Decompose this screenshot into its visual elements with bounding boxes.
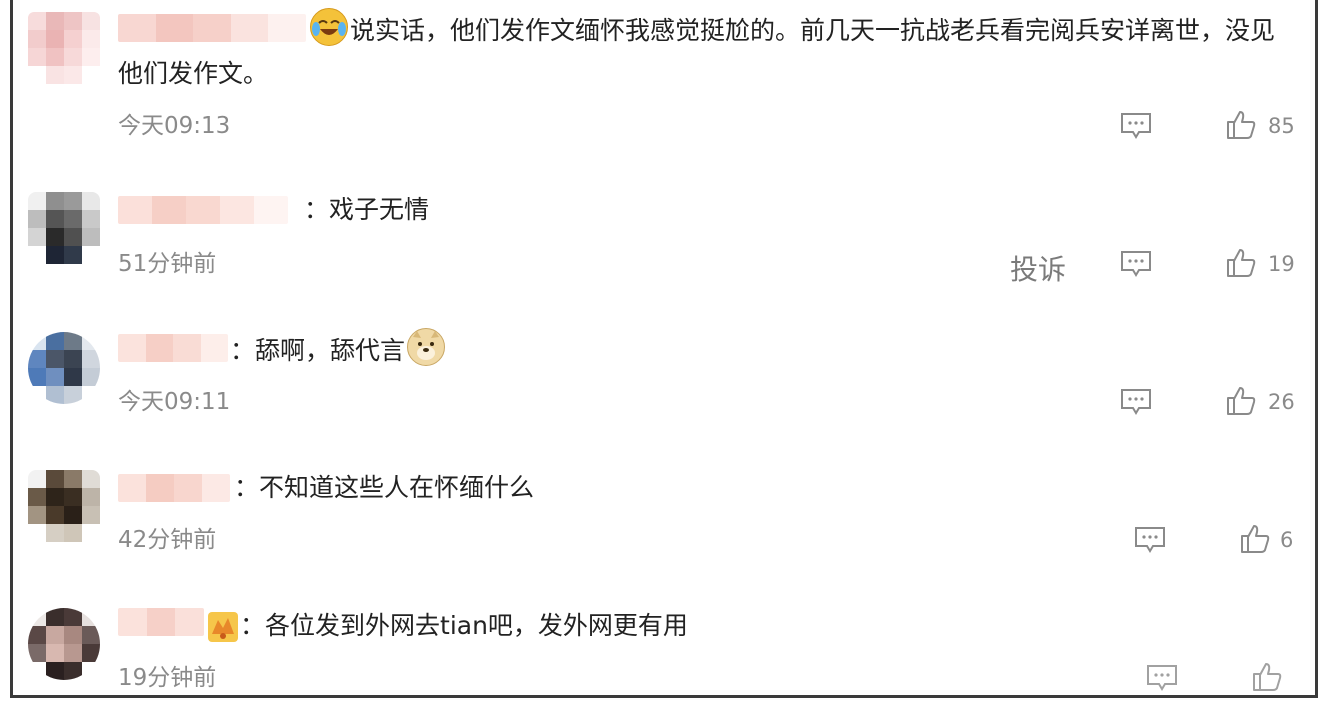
thumbs-up-icon[interactable] <box>1226 248 1256 282</box>
separator: ： <box>240 611 266 640</box>
timestamp: 今天09:11 <box>118 389 231 415</box>
timestamp: 51分钟前 <box>118 251 217 277</box>
reply-icon[interactable] <box>1146 664 1178 696</box>
comment-text: ：不知道这些人在怀缅什么 <box>234 466 534 510</box>
thumbs-up-icon[interactable] <box>1252 662 1282 696</box>
timestamp: 42分钟前 <box>118 527 217 553</box>
comment-text-body: 不知道这些人在怀缅什么 <box>259 473 535 502</box>
username[interactable] <box>118 608 204 636</box>
comment-text-line2: 他们发作文。 <box>118 59 269 88</box>
reply-icon[interactable] <box>1134 526 1166 558</box>
comment-text-body: 舔啊，舔代言 <box>255 336 406 365</box>
username[interactable] <box>118 334 228 362</box>
timestamp: 19分钟前 <box>118 665 217 691</box>
reply-icon[interactable] <box>1120 388 1152 420</box>
separator: ： <box>304 195 330 224</box>
timestamp: 今天09:13 <box>118 113 231 139</box>
doge-emoji <box>407 328 446 366</box>
thumbs-up-icon[interactable] <box>1226 386 1256 420</box>
avatar[interactable] <box>28 192 100 264</box>
badge-icon <box>208 612 238 642</box>
comment-text: ：各位发到外网去tian吧，发外网更有用 <box>240 604 688 648</box>
comment-text-body: 各位发到外网去tian吧，发外网更有用 <box>265 611 688 640</box>
comment-text-line1: 说实话，他们发作文缅怀我感觉挺尬的。前几天一抗战老兵看完阅兵安详离世，没见 <box>350 16 1276 45</box>
comment-text: ：戏子无情 <box>304 188 429 232</box>
thumbs-up-icon[interactable] <box>1240 524 1270 558</box>
avatar[interactable] <box>28 470 100 542</box>
thumbs-up-icon[interactable] <box>1226 110 1256 144</box>
username[interactable] <box>118 196 288 224</box>
username[interactable] <box>118 474 230 502</box>
like-count: 85 <box>1268 114 1295 138</box>
avatar[interactable] <box>28 332 100 404</box>
avatar[interactable] <box>28 608 100 680</box>
comment-text-body: 戏子无情 <box>329 195 430 224</box>
like-count: 6 <box>1280 528 1294 552</box>
reply-icon[interactable] <box>1120 250 1152 282</box>
separator: ： <box>230 336 256 365</box>
avatar[interactable] <box>28 12 100 84</box>
like-count: 26 <box>1268 390 1295 414</box>
like-count: 19 <box>1268 252 1295 276</box>
report-button[interactable]: 投诉 <box>1010 248 1066 288</box>
comment-text: 说实话，他们发作文缅怀我感觉挺尬的。前几天一抗战老兵看完阅兵安详离世，没见 <box>308 8 1275 53</box>
separator: ： <box>234 473 260 502</box>
username[interactable] <box>118 14 306 42</box>
comment-text: ：舔啊，舔代言 <box>230 328 447 373</box>
reply-icon[interactable] <box>1120 112 1152 144</box>
laugh-cry-emoji <box>310 8 348 46</box>
